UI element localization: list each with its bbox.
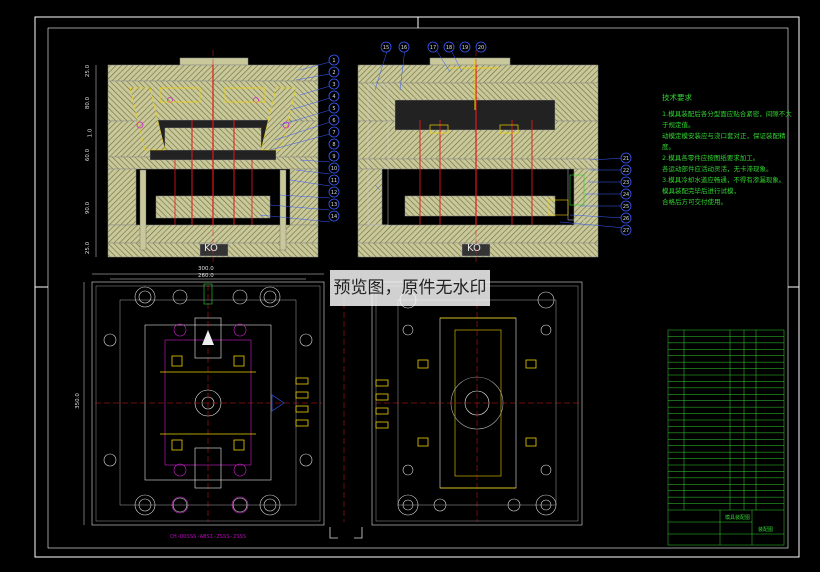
front-callout-number: 9 <box>332 154 335 160</box>
front-callout-number: 4 <box>332 94 335 100</box>
side-right-callout-number: 26 <box>623 216 629 222</box>
front-callout-number: 13 <box>331 202 337 208</box>
dim-stack-5: 25.0 <box>85 241 92 255</box>
title-block-name: 模具装配图 <box>725 515 751 521</box>
side-top-callout-number: 19 <box>462 45 468 51</box>
side-right-callout-number: 27 <box>623 228 629 234</box>
note-line: 3.模具冷却水道应畅通，不得有渗漏现象。 <box>662 176 786 184</box>
front-callout-number: 6 <box>332 118 335 124</box>
side-top-callouts: 15 16 17 18 19 20 <box>380 41 487 53</box>
side-top-callout-number: 17 <box>430 45 436 51</box>
note-line: 2.模具各零件应按图纸要求加工。 <box>662 154 760 162</box>
front-callout-number: 5 <box>332 106 335 112</box>
side-top-callout-number: 16 <box>401 45 407 51</box>
note-line: 动模定模安装应与浇口套对正，保证装配精度。 <box>662 132 786 151</box>
side-right-callouts: 21 22 23 24 25 26 27 <box>620 152 632 236</box>
side-top-callout-number: 20 <box>478 45 484 51</box>
side-right-callout-number: 25 <box>623 204 629 210</box>
dim-width-inner: 260.0 <box>198 273 214 279</box>
plan-view-moving-half <box>83 273 325 526</box>
front-callout-number: 7 <box>332 130 335 136</box>
technical-requirements: 技术要求 1.模具装配后各分型面应贴合紧密，间隙不大于规定值。 动模定模安装应与… <box>662 92 792 208</box>
side-top-callout-number: 15 <box>383 45 389 51</box>
ko-label-right: KO <box>467 243 481 254</box>
title-block-label: 装配图 <box>758 527 774 533</box>
front-callout-number: 12 <box>331 190 337 196</box>
side-right-callout-number: 23 <box>623 180 629 186</box>
note-line: 1.模具装配后各分型面应贴合紧密，间隙不大于规定值。 <box>662 110 792 129</box>
dim-stack-0: 25.0 <box>85 64 92 78</box>
notes-title: 技术要求 <box>662 93 692 102</box>
dim-stack-4: 90.0 <box>85 201 92 215</box>
note-line: 模具装配完毕后进行试模， <box>662 187 740 195</box>
front-callout-number: 14 <box>331 214 337 220</box>
preview-watermark: 预览图，原件无水印 <box>330 270 490 306</box>
note-line: 合格后方可交付使用。 <box>662 198 727 206</box>
side-right-callout-number: 24 <box>623 192 629 198</box>
ko-label-left: KO <box>204 243 218 254</box>
dim-height-left: 350.0 <box>74 393 81 409</box>
dim-stack-3: 60.0 <box>85 148 92 162</box>
front-callout-number: 8 <box>332 142 335 148</box>
dim-stack-2: 1.0 <box>87 128 94 138</box>
plan-view-fixed-half <box>371 281 583 526</box>
front-section-view <box>95 50 331 262</box>
side-top-callout-number: 18 <box>446 45 452 51</box>
front-callout-number: 1 <box>332 58 335 64</box>
dim-stack-1: 80.0 <box>85 96 92 110</box>
front-callout-number: 2 <box>332 70 335 76</box>
side-right-callout-number: 21 <box>623 156 629 162</box>
title-block <box>667 329 785 546</box>
front-callouts: 1234567891011121314 <box>328 54 340 222</box>
dim-width-top: 300.0 <box>198 266 214 272</box>
front-callout-number: 11 <box>331 178 337 184</box>
side-right-callout-number: 22 <box>623 168 629 174</box>
note-line: 各运动部件应活动灵活，无卡滞现象。 <box>662 165 773 173</box>
front-callout-number: 3 <box>332 82 335 88</box>
side-section-view <box>357 47 626 262</box>
front-callout-number: 10 <box>331 166 337 172</box>
section-marker <box>329 527 363 539</box>
part-number: CH-DDSSS-ABSI-ZSSS-ZSSS <box>170 534 247 540</box>
